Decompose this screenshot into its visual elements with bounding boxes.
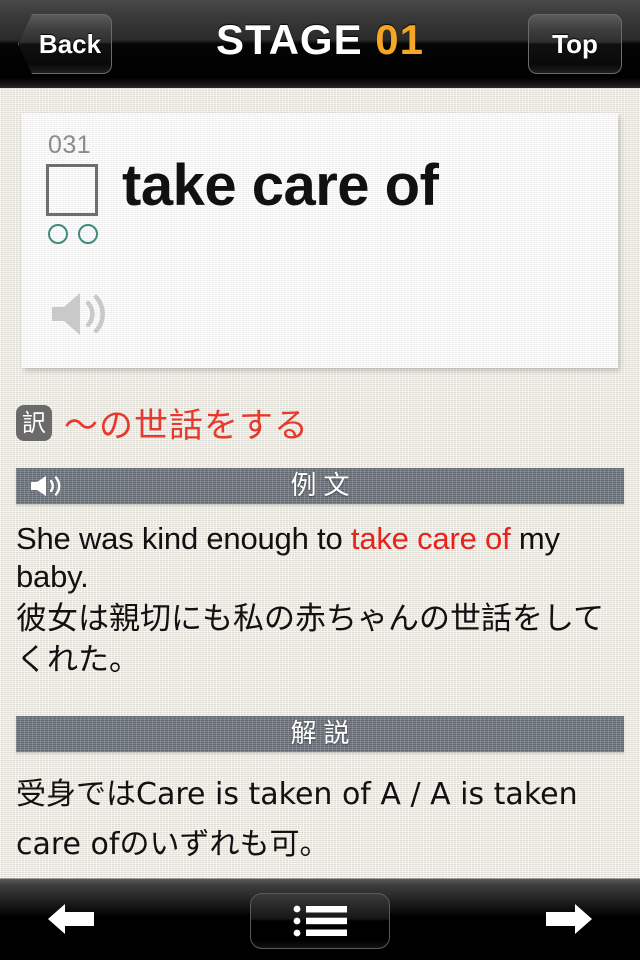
learned-checkbox[interactable] [46,164,98,216]
top-button-label: Top [552,28,598,59]
example-english: She was kind enough to take care of my b… [16,520,626,596]
progress-dot[interactable] [78,224,98,244]
progress-dot[interactable] [48,224,68,244]
progress-dots[interactable] [48,224,98,244]
example-section-header: 例文 [16,468,624,504]
page-title-stage-number: 01 [375,16,424,63]
headword-text: take care of [122,153,439,218]
commentary-section-header: 解説 [16,716,624,752]
example-japanese: 彼女は親切にも私の赤ちゃんの世話をしてくれた。 [16,601,605,678]
top-navigation-bar: Back STAGE 01 Top [0,0,640,88]
top-button[interactable]: Top [528,14,622,74]
page-title-prefix: STAGE [216,16,363,63]
translation-row: 訳 〜の世話をする [16,398,309,447]
next-button[interactable] [546,901,592,937]
translation-text: 〜の世話をする [64,406,309,446]
bottom-toolbar [0,878,640,960]
previous-button[interactable] [48,901,94,937]
example-english-keyword: take care of [350,521,511,556]
example-english-before: She was kind enough to [16,521,351,556]
example-block: She was kind enough to take care of my b… [16,520,626,681]
example-section-title: 例文 [290,471,357,501]
card-speaker-icon[interactable] [50,290,112,338]
commentary-text: 受身ではCare is taken of A / A is taken care… [16,777,578,862]
list-button[interactable] [250,893,390,949]
card-number: 031 [48,131,92,159]
translation-badge: 訳 [16,404,52,441]
commentary-section-title: 解説 [290,719,357,749]
